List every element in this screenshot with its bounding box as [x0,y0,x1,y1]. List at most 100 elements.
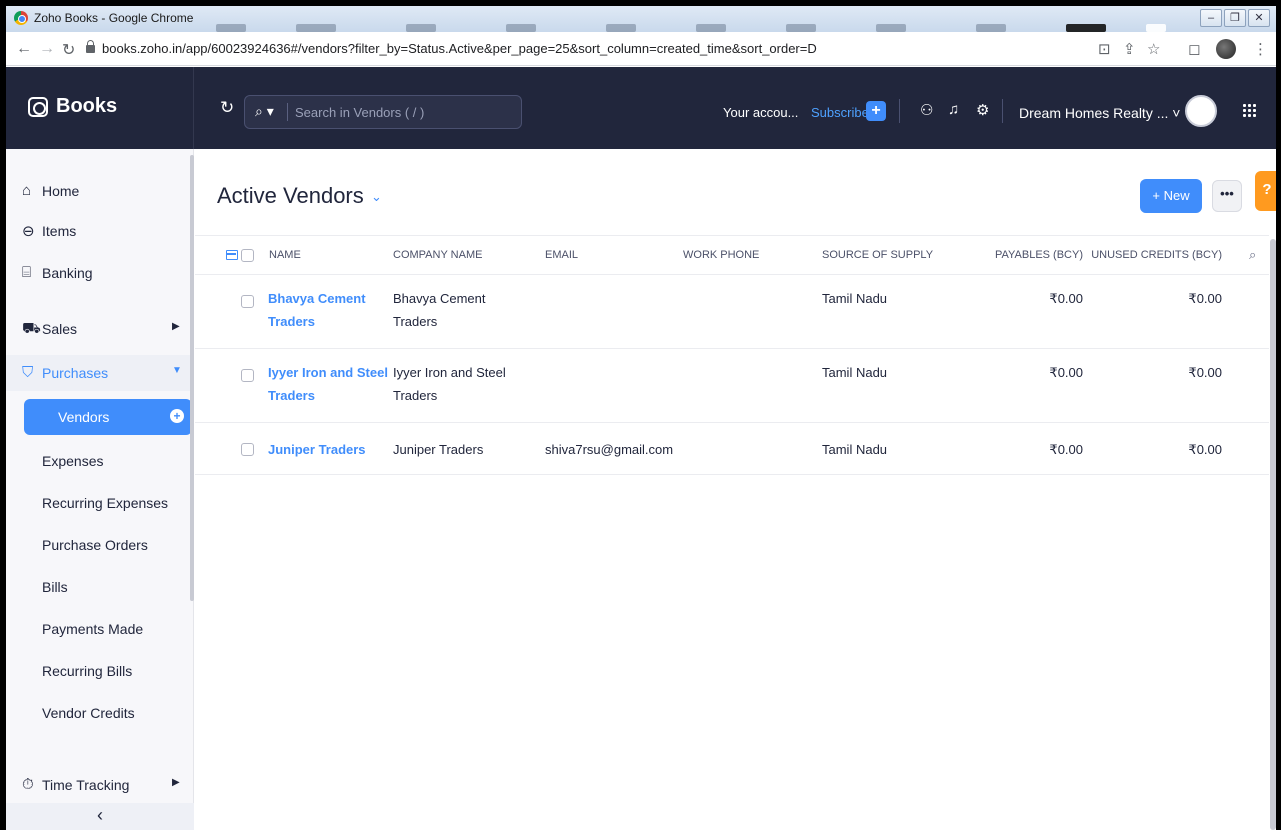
bank-icon: ⌸ [22,264,32,281]
lock-icon[interactable] [86,40,95,53]
page-title[interactable]: Active Vendors [217,183,364,209]
share-icon[interactable]: ⇪ [1123,40,1136,58]
new-vendor-button[interactable]: + New [1140,179,1202,213]
forward-arrow-icon[interactable]: → [39,40,55,58]
sidebar-item-label: Vendors [58,409,110,425]
unused-credits-amount: ₹0.00 [1188,291,1222,306]
referral-icon[interactable]: ⚇ [920,101,933,119]
table-row[interactable]: Bhavya Cement Traders Bhavya Cement Trad… [195,275,1269,349]
sidebar-item-vendors[interactable]: Vendors + [24,399,192,435]
column-header-name[interactable]: NAME [269,249,301,261]
column-header-email[interactable]: EMAIL [545,249,578,261]
sidebar-item-expenses[interactable]: Expenses [42,453,103,469]
table-row[interactable]: Iyyer Iron and Steel Traders Iyyer Iron … [195,349,1269,423]
side-panel-icon[interactable]: ◻ [1188,40,1200,58]
main-scrollbar[interactable] [1270,239,1276,830]
organization-switcher[interactable]: Dream Homes Realty ... ˅ [1019,105,1180,121]
row-checkbox[interactable] [241,443,254,456]
minimize-button[interactable]: – [1200,9,1222,27]
browser-window: Zoho Books - Google Chrome – ❐ ✕ ← → ↻ b… [6,6,1276,830]
vendor-name-line: Iyyer Iron and Steel [268,365,388,380]
tab-strip[interactable] [196,20,1196,32]
window-title-bar: Zoho Books - Google Chrome – ❐ ✕ [6,6,1276,32]
profile-avatar[interactable] [1216,39,1236,59]
reload-icon[interactable]: ↻ [62,40,75,60]
sidebar: ⌂ Home ⊖ Items ⌸ Banking ⛟ Sales ▶ ⛉ Pur… [6,149,194,830]
sidebar-scrollbar[interactable] [190,155,194,601]
unused-credits-amount: ₹0.00 [1188,442,1222,457]
source-of-supply: Tamil Nadu [822,442,888,457]
vendor-name-link[interactable]: Iyyer Iron and Steel Traders [268,361,388,407]
column-header-work-phone[interactable]: WORK PHONE [683,249,759,261]
collapse-arrow-icon: ▼ [172,365,182,376]
sidebar-item-bills[interactable]: Bills [42,579,68,595]
unused-credits-amount: ₹0.00 [1188,365,1222,380]
column-header-source-of-supply[interactable]: SOURCE OF SUPPLY [822,249,933,261]
vendor-name-link[interactable]: Bhavya Cement Traders [268,287,366,333]
user-avatar[interactable] [1185,95,1217,127]
row-checkbox[interactable] [241,369,254,382]
translate-icon[interactable]: ⊡ [1098,40,1111,58]
help-button[interactable]: ? [1255,171,1276,211]
brand-name: Books [56,95,118,117]
column-header-company-name[interactable]: COMPANY NAME [393,249,482,261]
search-box[interactable]: ⌕ ▾ [244,95,522,129]
table-row[interactable]: Juniper Traders Juniper Traders shiva7rs… [195,423,1269,475]
app-header: Books ↻ ⌕ ▾ Your accou... Subscribe + ⚇ … [6,67,1276,149]
source-of-supply: Tamil Nadu [822,365,888,380]
payables-amount: ₹0.00 [1049,365,1083,380]
select-all-checkbox[interactable] [241,249,254,262]
maximize-button[interactable]: ❐ [1224,9,1246,27]
sidebar-item-recurring-expenses[interactable]: Recurring Expenses [42,495,168,511]
company-name-line: Traders [393,314,438,329]
sidebar-item-banking[interactable]: ⌸ Banking [6,255,194,291]
subscribe-link[interactable]: Subscribe [811,105,869,120]
more-options-button[interactable]: ••• [1212,180,1242,212]
sidebar-item-sales[interactable]: ⛟ Sales ▶ [6,311,194,347]
table-header: NAME COMPANY NAME EMAIL WORK PHONE SOURC… [195,235,1269,275]
gear-icon[interactable]: ⚙ [976,101,989,119]
books-logo-icon [28,97,48,117]
column-header-payables[interactable]: PAYABLES (BCY) [981,249,1083,261]
row-checkbox[interactable] [241,295,254,308]
sidebar-item-label: Sales [42,321,78,337]
close-button[interactable]: ✕ [1248,9,1270,27]
sidebar-item-time-tracking[interactable]: ⏱ Time Tracking ▶ [6,767,194,803]
search-input[interactable] [295,102,515,122]
payables-amount: ₹0.00 [1049,291,1083,306]
back-arrow-icon[interactable]: ← [16,40,32,58]
column-config-icon[interactable] [226,250,238,260]
refresh-icon[interactable]: ↻ [220,98,234,118]
sidebar-item-purchases[interactable]: ⛉ Purchases ▼ [6,355,194,391]
vendor-name-line: Traders [268,388,315,403]
chevron-down-icon[interactable]: ⌄ [371,189,382,205]
payables-amount: ₹0.00 [1049,442,1083,457]
brand[interactable]: Books [6,67,194,149]
account-status-text: Your accou... [723,105,799,120]
search-icon[interactable]: ⌕ ▾ [255,103,274,120]
sidebar-item-items[interactable]: ⊖ Items [6,213,194,249]
email: shiva7rsu@gmail.com [545,442,674,457]
sidebar-item-home[interactable]: ⌂ Home [6,173,194,209]
chrome-menu-icon[interactable]: ⋮ [1253,40,1268,58]
apps-grid-icon[interactable] [1242,103,1256,117]
bookmark-star-icon[interactable]: ☆ [1147,40,1160,58]
sidebar-item-recurring-bills[interactable]: Recurring Bills [42,663,132,679]
sidebar-item-label: Purchases [42,365,109,381]
quick-create-plus-button[interactable]: + [866,101,886,121]
window-title: Zoho Books - Google Chrome [34,11,194,25]
org-name: Dream Homes Realty ... [1019,105,1169,121]
search-icon[interactable]: ⌕ [1249,247,1256,263]
home-icon: ⌂ [22,182,32,199]
sidebar-item-payments-made[interactable]: Payments Made [42,621,143,637]
vendor-name-link[interactable]: Juniper Traders [268,438,366,461]
shopping-bag-icon: ⛉ [22,364,34,381]
collapse-sidebar-button[interactable]: ‹ [6,803,194,830]
add-vendor-icon[interactable]: + [170,409,184,423]
company-name-line: Traders [393,388,438,403]
url-field[interactable]: books.zoho.in/app/60023924636#/vendors?f… [102,41,817,56]
sidebar-item-vendor-credits[interactable]: Vendor Credits [42,705,135,721]
bell-icon[interactable]: ♫ [948,101,959,118]
column-header-unused-credits[interactable]: UNUSED CREDITS (BCY) [1088,249,1222,261]
sidebar-item-purchase-orders[interactable]: Purchase Orders [42,537,148,553]
